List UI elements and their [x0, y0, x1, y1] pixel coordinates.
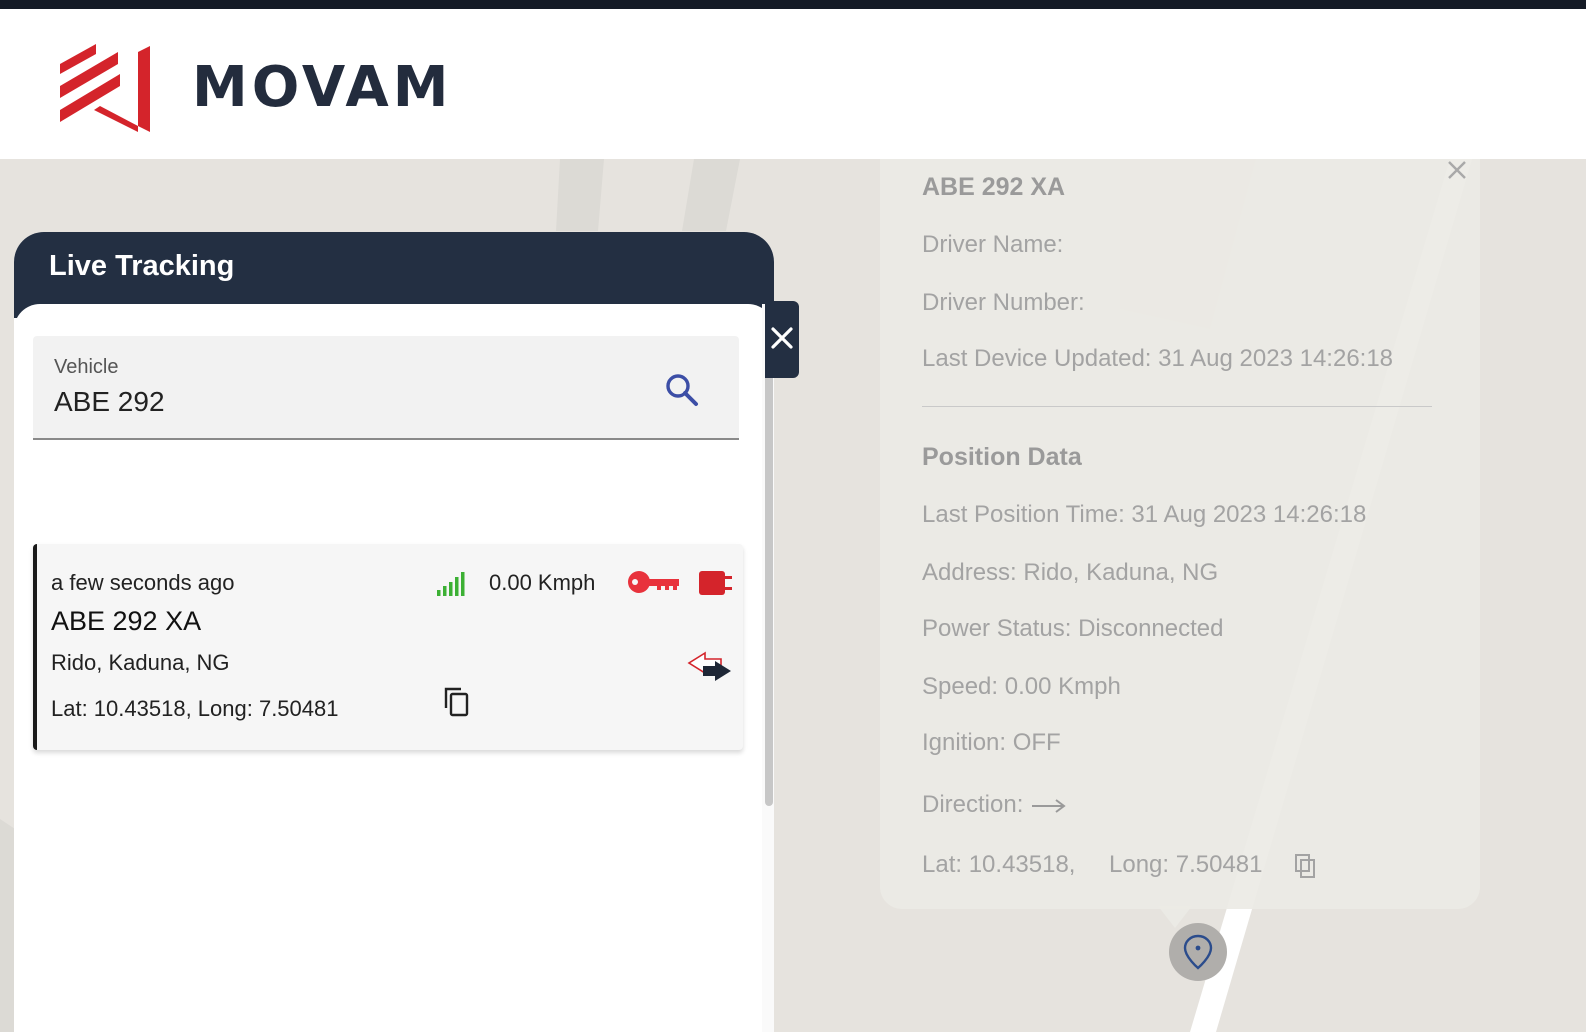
- search-icon[interactable]: [664, 372, 700, 408]
- card-time-ago: a few seconds ago: [51, 570, 235, 595]
- vehicle-search-input[interactable]: Vehicle ABE 292: [33, 336, 739, 440]
- copy-icon[interactable]: [443, 686, 471, 718]
- last-position-time: Last Position Time: 31 Aug 2023 14:26:18: [922, 501, 1367, 528]
- panel-scrollbar-thumb[interactable]: [765, 304, 773, 806]
- card-plate: ABE 292 XA: [51, 606, 202, 636]
- popup-direction: Direction:: [922, 791, 1068, 819]
- card-speed: 0.00 Kmph: [489, 570, 596, 595]
- popup-lat: Lat: 10.43518,: [922, 851, 1076, 878]
- ignition-key-icon: [628, 571, 679, 593]
- copy-icon[interactable]: [1294, 853, 1316, 879]
- vehicle-map-marker[interactable]: [1169, 923, 1227, 981]
- popup-ignition: Ignition: OFF: [922, 729, 1061, 756]
- panel-title: Live Tracking: [49, 250, 235, 282]
- direction-arrows-icon: [687, 651, 731, 681]
- search-value[interactable]: ABE 292: [54, 386, 165, 418]
- top-border: [0, 0, 1586, 9]
- last-device-updated: Last Device Updated: 31 Aug 2023 14:26:1…: [922, 345, 1394, 372]
- signal-strength-icon: [437, 572, 465, 596]
- panel-body: Vehicle ABE 292 a few seconds ago ABE 29…: [14, 304, 774, 1032]
- direction-arrow-icon: [1032, 798, 1066, 813]
- close-icon: [771, 327, 793, 349]
- driver-name: Driver Name:: [922, 231, 1064, 258]
- close-panel-button[interactable]: [765, 301, 799, 378]
- popup-address: Address: Rido, Kaduna, NG: [922, 559, 1219, 586]
- search-label: Vehicle: [54, 356, 119, 378]
- vehicle-card[interactable]: a few seconds ago ABE 292 XA Rido, Kadun…: [33, 544, 743, 750]
- card-coords: Lat: 10.43518, Long: 7.50481: [51, 696, 339, 721]
- vehicle-info-popup: ABE 292 XA Driver Name: Driver Number: L…: [880, 159, 1480, 909]
- app-header: MOVAM: [0, 9, 1586, 159]
- popup-speed: Speed: 0.00 Kmph: [922, 673, 1121, 700]
- direction-label: Direction:: [922, 791, 1024, 818]
- brand-name: MOVAM: [192, 55, 453, 120]
- movam-logo-icon: [60, 44, 150, 132]
- card-address: Rido, Kaduna, NG: [51, 650, 230, 675]
- driver-number: Driver Number:: [922, 289, 1085, 316]
- popup-long: Long: 7.50481: [1109, 851, 1263, 878]
- live-tracking-panel: Live Tracking Vehicle ABE 292 a few seco…: [14, 232, 774, 1032]
- close-icon[interactable]: [1446, 159, 1468, 181]
- popup-plate: ABE 292 XA: [922, 173, 1066, 201]
- power-status: Power Status: Disconnected: [922, 615, 1224, 642]
- power-plug-icon: [699, 571, 732, 595]
- popup-divider: [922, 406, 1432, 407]
- location-pin-icon: [1183, 934, 1213, 970]
- position-data-heading: Position Data: [922, 443, 1082, 471]
